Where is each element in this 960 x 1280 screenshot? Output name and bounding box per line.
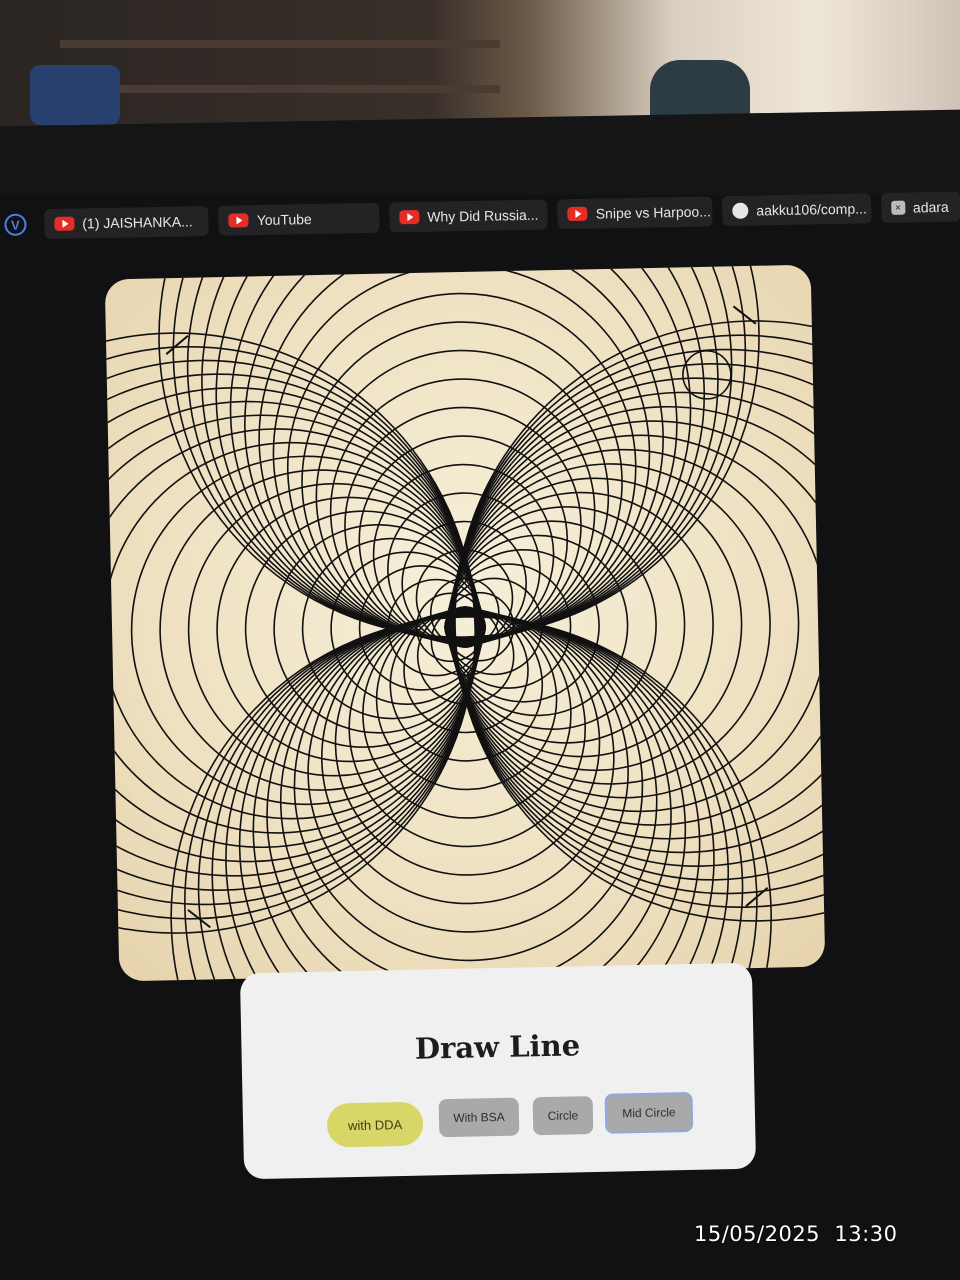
circle-button[interactable]: Circle	[532, 1096, 594, 1136]
tab-label: adara	[912, 198, 949, 216]
controls-card: Draw Line with DDA With BSA Circle Mid C…	[239, 962, 757, 1180]
drawn-circle	[321, 610, 615, 905]
tab-label: Snipe vs Harpoo...	[595, 203, 712, 222]
drawn-circle	[453, 334, 826, 909]
tab-why-did-russia[interactable]: Why Did Russia...	[388, 199, 549, 233]
github-icon	[732, 202, 749, 219]
tab-youtube[interactable]: YouTube	[218, 202, 380, 236]
tab-jaishankar[interactable]: (1) JAISHANKA...	[43, 205, 210, 240]
drawn-circle	[682, 350, 732, 400]
tab-github-aakku106[interactable]: aakku106/comp...	[722, 193, 872, 227]
tab-adara[interactable]: × adara	[880, 191, 960, 224]
drawn-circle	[315, 349, 610, 644]
tab-label: Why Did Russia...	[427, 206, 539, 225]
drawn-circle	[104, 345, 477, 920]
youtube-icon	[399, 209, 420, 225]
timestamp-date: 15/05/2025	[694, 1222, 821, 1246]
browser-logo-icon[interactable]: V	[4, 213, 27, 236]
circle-pattern-drawing	[104, 264, 826, 982]
photo-timestamp: 15/05/2025 13:30	[694, 1222, 897, 1246]
shelf	[60, 40, 500, 48]
close-box-icon: ×	[890, 200, 906, 215]
controls-heading: Draw Line	[414, 1028, 581, 1066]
youtube-icon	[567, 206, 588, 222]
youtube-icon	[54, 216, 75, 231]
drawn-circle	[448, 477, 743, 772]
drawn-circle	[307, 611, 629, 933]
tab-label: YouTube	[256, 211, 312, 229]
corner-mark	[165, 334, 189, 355]
with-dda-button[interactable]: with DDA	[326, 1101, 424, 1148]
mid-circle-button[interactable]: Mid Circle	[604, 1091, 694, 1134]
shelf	[60, 85, 500, 93]
blue-object	[30, 65, 120, 125]
tab-snipe-vs-harpoon[interactable]: Snipe vs Harpoo...	[557, 196, 713, 230]
drawn-circle	[301, 321, 623, 643]
tab-label: aakku106/comp...	[756, 200, 867, 219]
timestamp-time: 13:30	[834, 1222, 898, 1246]
with-bsa-button[interactable]: With BSA	[438, 1097, 520, 1138]
youtube-icon	[228, 213, 249, 228]
drawn-circle	[187, 482, 482, 777]
drawn-circle	[449, 463, 771, 785]
drawing-canvas[interactable]	[104, 264, 826, 982]
drawn-circle	[159, 469, 481, 791]
tab-label: (1) JAISHANKA...	[82, 213, 193, 232]
